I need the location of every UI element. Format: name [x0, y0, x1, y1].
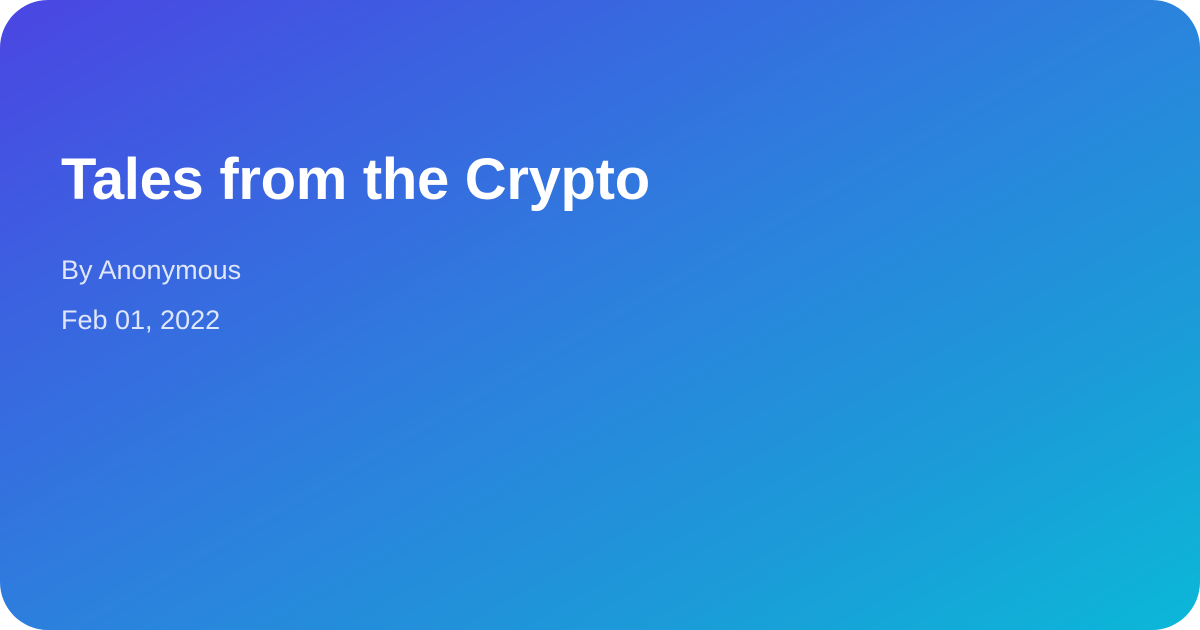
article-title: Tales from the Crypto [61, 147, 650, 212]
publish-date: Feb 01, 2022 [61, 305, 221, 335]
social-preview-card: Tales from the Crypto By Anonymous Feb 0… [0, 0, 1200, 630]
author-byline: By Anonymous [61, 255, 242, 285]
